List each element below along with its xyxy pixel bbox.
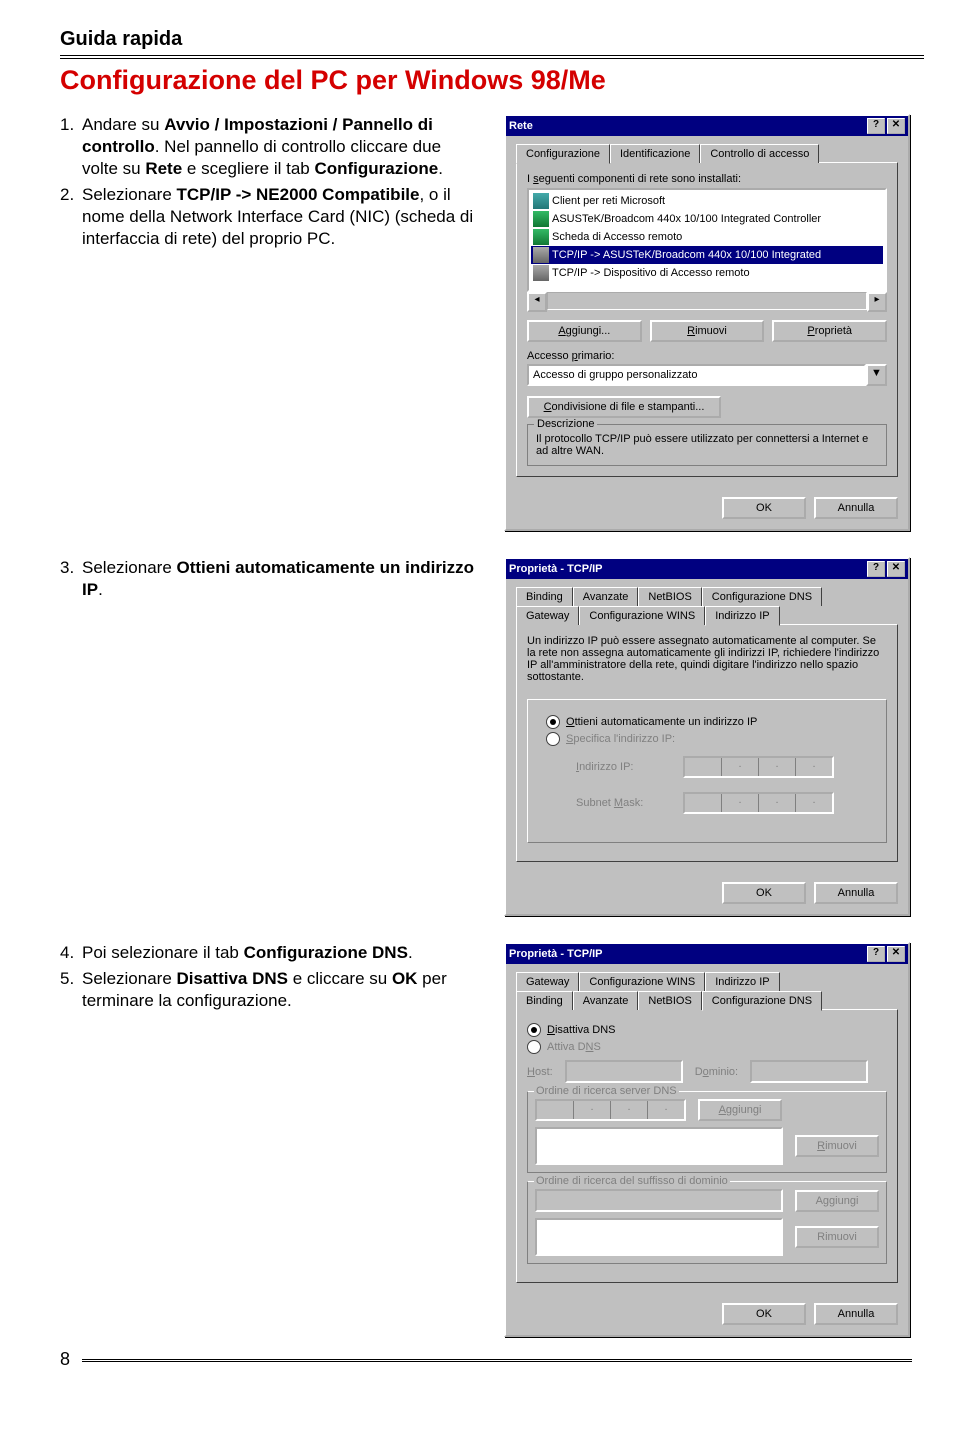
step-1: 1.Andare su Avvio / Impostazioni / Panne… xyxy=(60,114,476,180)
step-2: 2.Selezionare TCP/IP -> NE2000 Compatibi… xyxy=(60,184,476,250)
close-button[interactable]: ✕ xyxy=(887,946,905,962)
tab-gateway[interactable]: Gateway xyxy=(516,606,579,625)
ip-address-field: ... xyxy=(683,756,834,778)
subnet-mask-field: ... xyxy=(683,792,834,814)
help-button[interactable]: ? xyxy=(867,946,885,962)
step-4: 4.Poi selezionare il tab Configurazione … xyxy=(60,942,476,964)
step-3: 3.Selezionare Ottieni automaticamente un… xyxy=(60,557,476,601)
dns-add-button: Aggiungi xyxy=(698,1099,782,1121)
dropdown-arrow-icon[interactable]: ▼ xyxy=(866,364,887,386)
installed-components-label: I seguenti componenti di rete sono insta… xyxy=(527,173,887,185)
properties-button[interactable]: Proprietà xyxy=(772,320,887,342)
domain-label: Dominio: xyxy=(695,1066,738,1078)
close-button[interactable]: ✕ xyxy=(887,561,905,577)
tab-indirizzo-ip[interactable]: Indirizzo IP xyxy=(705,972,779,991)
tab-identificazione[interactable]: Identificazione xyxy=(610,144,700,163)
tab-avanzate[interactable]: Avanzate xyxy=(573,587,639,606)
cancel-button[interactable]: Annulla xyxy=(814,1303,898,1325)
dialup-icon xyxy=(533,229,549,245)
help-button[interactable]: ? xyxy=(867,561,885,577)
radio-disable-dns[interactable]: Disattiva DNS xyxy=(527,1023,887,1037)
subnet-mask-label: Subnet Mask: xyxy=(576,797,671,809)
description-label: Descrizione xyxy=(534,418,597,430)
add-button[interactable]: Aggiungi... xyxy=(527,320,642,342)
dialog-title: Proprietà - TCP/IP xyxy=(509,948,603,960)
tab-config-dns[interactable]: Configurazione DNS xyxy=(702,991,822,1011)
components-listbox[interactable]: Client per reti Microsoft ASUSTeK/Broadc… xyxy=(527,188,887,292)
tab-config-dns[interactable]: Configurazione DNS xyxy=(702,587,822,606)
cancel-button[interactable]: Annulla xyxy=(814,882,898,904)
host-field xyxy=(565,1060,683,1083)
dns-ip-field: ... xyxy=(535,1099,686,1121)
remove-button[interactable]: Rimuovi xyxy=(650,320,765,342)
tab-indirizzo-ip[interactable]: Indirizzo IP xyxy=(705,606,779,626)
close-button[interactable]: ✕ xyxy=(887,118,905,134)
tcpip-icon xyxy=(533,265,549,281)
page-title: Configurazione del PC per Windows 98/Me xyxy=(60,65,924,96)
page-number: 8 xyxy=(60,1349,912,1370)
tab-binding[interactable]: Binding xyxy=(516,587,573,606)
file-sharing-button[interactable]: Condivisione di file e stampanti... xyxy=(527,396,721,418)
step-5: 5.Selezionare Disattiva DNS e cliccare s… xyxy=(60,968,476,1012)
tab-configurazione[interactable]: Configurazione xyxy=(516,144,610,164)
primary-access-combo[interactable]: Accesso di gruppo personalizzato ▼ xyxy=(527,364,887,386)
tab-config-wins[interactable]: Configurazione WINS xyxy=(579,972,705,991)
tab-binding[interactable]: Binding xyxy=(516,991,573,1010)
dns-remove-button: Rimuovi xyxy=(795,1135,879,1157)
ip-address-label: Indirizzo IP: xyxy=(576,761,671,773)
ip-intro-text: Un indirizzo IP può essere assegnato aut… xyxy=(527,635,887,683)
tab-netbios[interactable]: NetBIOS xyxy=(638,991,701,1010)
suffix-order-label: Ordine di ricerca del suffisso di domini… xyxy=(534,1175,730,1187)
tab-netbios[interactable]: NetBIOS xyxy=(638,587,701,606)
nic-icon xyxy=(533,211,549,227)
suffix-field xyxy=(535,1189,783,1212)
tab-config-wins[interactable]: Configurazione WINS xyxy=(579,606,705,625)
scroll-right[interactable]: ▸ xyxy=(867,292,887,312)
tab-controllo-accesso[interactable]: Controllo di accesso xyxy=(700,144,819,163)
dns-order-label: Ordine di ricerca server DNS xyxy=(534,1085,679,1097)
help-button[interactable]: ? xyxy=(867,118,885,134)
host-label: Host: xyxy=(527,1066,553,1078)
radio-obtain-auto[interactable]: Ottieni automaticamente un indirizzo IP xyxy=(546,715,868,729)
ok-button[interactable]: OK xyxy=(722,882,806,904)
primary-access-label: Accesso primario: xyxy=(527,350,887,362)
radio-specify-ip[interactable]: Specifica l'indirizzo IP: xyxy=(546,732,868,746)
dialog-tcpip-dns: Proprietà - TCP/IP ? ✕ Gateway Configura… xyxy=(504,942,910,1337)
tab-gateway[interactable]: Gateway xyxy=(516,972,579,991)
scroll-left[interactable]: ◂ xyxy=(527,292,547,312)
description-text: Il protocollo TCP/IP può essere utilizza… xyxy=(536,433,878,457)
page-header: Guida rapida xyxy=(60,28,924,59)
tcpip-icon xyxy=(533,247,549,263)
dialog-title: Proprietà - TCP/IP xyxy=(509,563,603,575)
scroll-track[interactable] xyxy=(547,292,867,310)
suffix-remove-button: Rimuovi xyxy=(795,1226,879,1248)
suffix-add-button: Aggiungi xyxy=(795,1190,879,1212)
dialog-rete: Rete ? ✕ Configurazione Identificazione … xyxy=(504,114,910,531)
radio-enable-dns[interactable]: Attiva DNS xyxy=(527,1040,887,1054)
domain-field xyxy=(750,1060,868,1083)
tab-avanzate[interactable]: Avanzate xyxy=(573,991,639,1010)
ok-button[interactable]: OK xyxy=(722,497,806,519)
dialog-tcpip-ip: Proprietà - TCP/IP ? ✕ Binding Avanzate … xyxy=(504,557,910,916)
cancel-button[interactable]: Annulla xyxy=(814,497,898,519)
dialog-title: Rete xyxy=(509,120,533,132)
client-icon xyxy=(533,193,549,209)
ok-button[interactable]: OK xyxy=(722,1303,806,1325)
